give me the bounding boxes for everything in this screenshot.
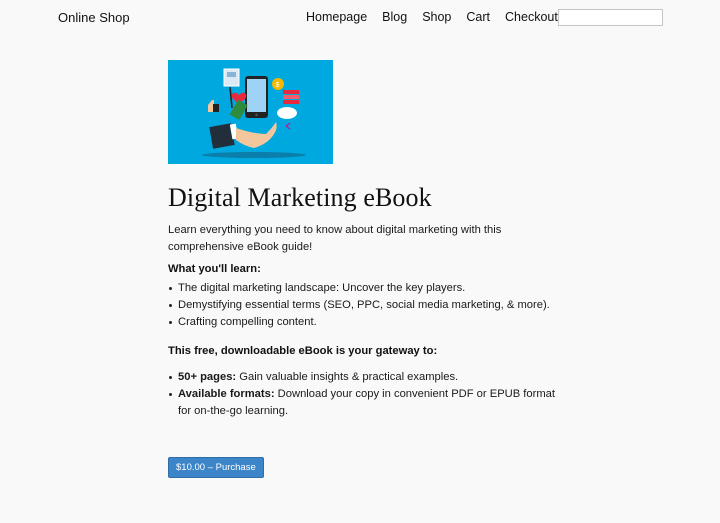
svg-text:$: $ xyxy=(276,82,280,89)
product-title: Digital Marketing eBook xyxy=(168,182,558,214)
list-item-bold: Available formats: xyxy=(178,388,275,400)
speech-bubble-icon xyxy=(277,107,297,119)
list-item: Demystifying essential terms (SEO, PPC, … xyxy=(168,297,558,314)
list-item: 50+ pages: Gain valuable insights & prac… xyxy=(168,369,558,386)
share-icon xyxy=(286,123,290,129)
learn-heading: What you'll learn: xyxy=(168,261,558,277)
list-item: Crafting compelling content. xyxy=(168,314,558,331)
purchase-button[interactable]: $10.00 – Purchase xyxy=(168,457,264,478)
nav-item-shop[interactable]: Shop xyxy=(422,10,451,24)
gateway-list: 50+ pages: Gain valuable insights & prac… xyxy=(168,369,558,420)
shadow-shape xyxy=(202,152,306,158)
product-image: $ xyxy=(168,60,333,164)
document-icon xyxy=(224,69,239,86)
books-icon xyxy=(283,90,299,94)
search-input[interactable] xyxy=(558,9,663,26)
nav-item-homepage[interactable]: Homepage xyxy=(306,10,367,24)
list-item-text: Gain valuable insights & practical examp… xyxy=(236,371,458,383)
list-item: Available formats: Download your copy in… xyxy=(168,386,558,420)
site-header: Online Shop Homepage Blog Shop Cart Chec… xyxy=(0,0,720,36)
hand-shape xyxy=(236,122,277,148)
pen-icon xyxy=(230,87,232,108)
money-icon xyxy=(230,100,248,120)
gateway-heading: This free, downloadable eBook is your ga… xyxy=(168,343,558,359)
product-main: $ Digital Marketing eBook Learn everythi… xyxy=(168,60,558,478)
product-intro: Learn everything you need to know about … xyxy=(168,222,540,256)
nav-item-checkout-label: Checkout xyxy=(505,10,558,24)
nav-item-blog[interactable]: Blog xyxy=(382,10,407,24)
digital-marketing-illustration: $ xyxy=(168,60,333,164)
learn-list: The digital marketing landscape: Uncover… xyxy=(168,280,558,331)
nav-item-checkout[interactable]: Checkout xyxy=(505,10,566,24)
primary-nav: Homepage Blog Shop Cart Checkout xyxy=(306,10,566,24)
list-item-bold: 50+ pages: xyxy=(178,371,236,383)
nav-item-cart[interactable]: Cart xyxy=(466,10,490,24)
list-item: The digital marketing landscape: Uncover… xyxy=(168,280,558,297)
site-title-link[interactable]: Online Shop xyxy=(58,10,130,25)
